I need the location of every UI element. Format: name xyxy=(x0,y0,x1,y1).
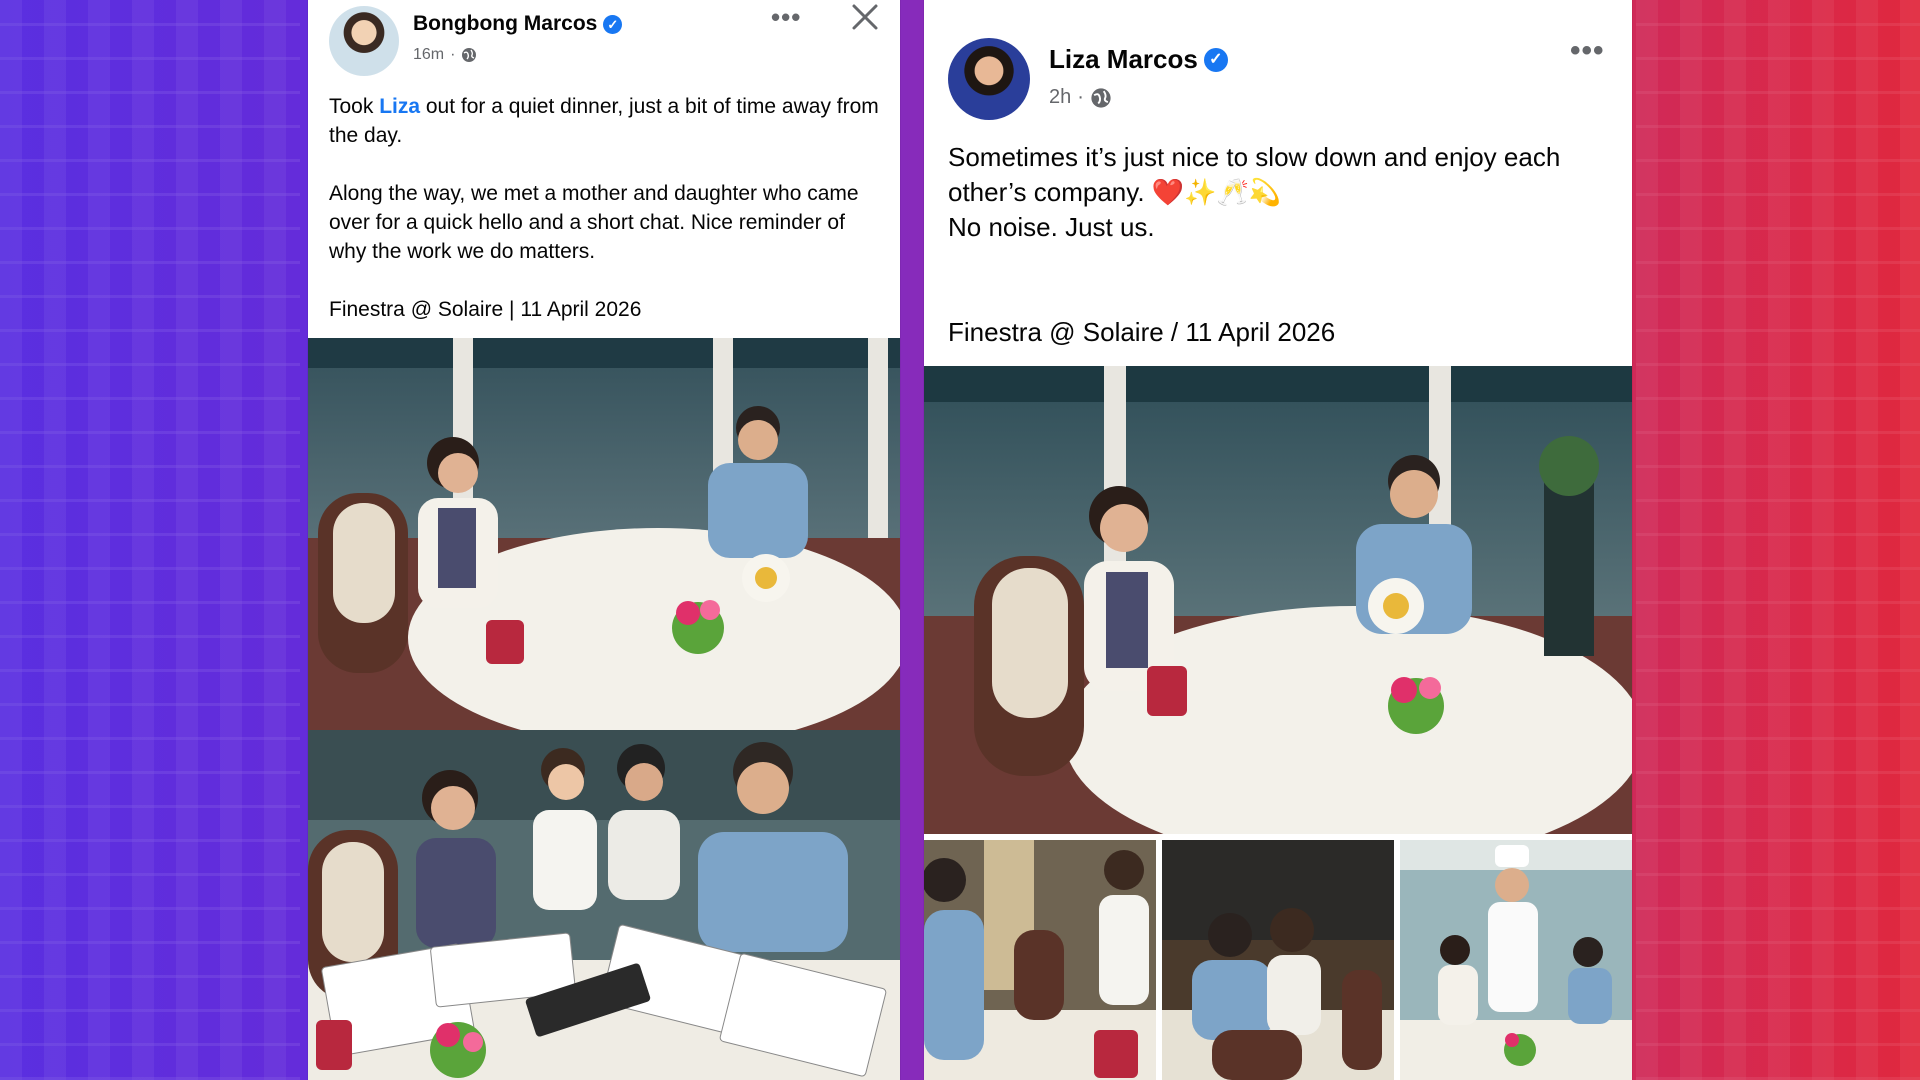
post-photo-thumb-3[interactable] xyxy=(1400,840,1632,1080)
post-body: Sometimes it’s just nice to slow down an… xyxy=(948,140,1608,350)
post-photo-main[interactable] xyxy=(924,366,1632,834)
post-body: Took Liza out for a quiet dinner, just a… xyxy=(329,92,881,324)
post-photo-thumb-2[interactable] xyxy=(1162,840,1394,1080)
post-paragraph-1: Took Liza out for a quiet dinner, just a… xyxy=(329,95,879,147)
background-building-left xyxy=(0,0,300,1080)
author-name-text[interactable]: Liza Marcos xyxy=(1049,44,1198,75)
post-meta: 2h · xyxy=(1049,86,1112,109)
post-location-line: Finestra @ Solaire | 11 April 2026 xyxy=(329,298,642,321)
verified-badge-icon: ✓ xyxy=(603,14,623,34)
post-photo-main[interactable] xyxy=(308,338,900,730)
more-options-icon[interactable]: ••• xyxy=(771,2,801,33)
left-facebook-post: Bongbong Marcos ✓ 16m · ••• Took Liza ou… xyxy=(308,0,900,1080)
author-name[interactable]: Liza Marcos ✓ xyxy=(1049,44,1228,75)
meta-separator: · xyxy=(450,46,456,63)
verified-badge-icon: ✓ xyxy=(1203,47,1228,72)
post-paragraph-2: Along the way, we met a mother and daugh… xyxy=(329,182,859,263)
author-name-text[interactable]: Bongbong Marcos xyxy=(413,12,597,36)
post-timestamp[interactable]: 2h xyxy=(1049,86,1071,109)
post-line-2: No noise. Just us. xyxy=(948,212,1155,242)
post-photo-thumb-1[interactable] xyxy=(924,840,1156,1080)
right-facebook-post: Liza Marcos ✓ 2h · ••• Sometimes it’s ju… xyxy=(924,0,1632,1080)
post-location-line: Finestra @ Solaire / 11 April 2026 xyxy=(948,317,1336,347)
post-timestamp[interactable]: 16m xyxy=(413,46,444,64)
post-line-1: Sometimes it’s just nice to slow down an… xyxy=(948,142,1561,207)
post-meta: 16m · xyxy=(413,46,477,64)
globe-icon xyxy=(1091,87,1111,108)
author-avatar[interactable] xyxy=(948,38,1030,120)
close-icon[interactable] xyxy=(848,0,882,34)
background-building-right xyxy=(1636,0,1920,1080)
meta-separator: · xyxy=(1077,86,1084,108)
author-name[interactable]: Bongbong Marcos ✓ xyxy=(413,12,623,36)
globe-icon xyxy=(462,48,477,62)
post-photo-secondary[interactable] xyxy=(308,730,900,1080)
author-avatar[interactable] xyxy=(329,6,399,76)
tagged-person-link[interactable]: Liza xyxy=(379,95,420,118)
more-options-icon[interactable]: ••• xyxy=(1570,34,1605,68)
